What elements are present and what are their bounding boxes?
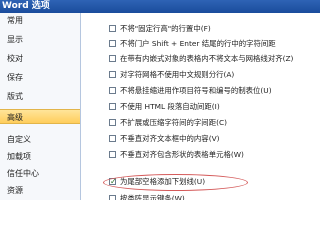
option-label: 不将门户 Shift + Enter 结尾的行中的字符间距 (120, 39, 276, 48)
sidebar-item-proofing[interactable]: 校对 (0, 51, 80, 66)
sidebar-item-popular[interactable]: 常用 (0, 13, 80, 28)
sidebar-item-save[interactable]: 保存 (0, 70, 80, 85)
option-checkbox[interactable] (109, 71, 116, 78)
option-label: 不垂直对齐文本框中的内容(V) (120, 134, 220, 143)
title-bar: Word 选项 (0, 0, 320, 13)
sidebar-item-advanced[interactable]: 高级 (0, 109, 80, 124)
option-checkbox[interactable] (109, 195, 116, 200)
option-checkbox[interactable] (109, 25, 116, 32)
advanced-options-panel: 不将"固定行高"的行置中(F) 不将门户 Shift + Enter 结尾的行中… (81, 13, 320, 200)
sidebar-item-trust-center[interactable]: 信任中心 (0, 166, 80, 181)
option-checkbox[interactable] (109, 87, 116, 94)
sidebar-item-customize[interactable]: 自定义 (0, 132, 80, 147)
option-label: 为尾部空格添加下划线(U) (120, 177, 206, 186)
sidebar-item-layout[interactable]: 版式 (0, 89, 80, 104)
option-checkbox[interactable] (109, 135, 116, 142)
option-label: 不将悬挂缩进用作项目符号和编号的制表位(U) (120, 86, 272, 95)
option-label: 不扩展或压缩字符间的字间距(C) (120, 118, 228, 127)
option-checkbox[interactable] (109, 103, 116, 110)
option-checkbox[interactable] (109, 151, 116, 158)
option-label: 对字符网格不使用中文规则分行(A) (120, 70, 235, 79)
option-label: 按类阵显示键条(W) (120, 194, 185, 200)
option-checkbox[interactable] (109, 175, 117, 189)
option-label: 在带有内嵌式对象的表格内不将文本与网格线对齐(Z) (120, 54, 294, 63)
option-label: 不使用 HTML 段落自动间距(I) (120, 102, 220, 111)
sidebar-item-display[interactable]: 显示 (0, 32, 80, 47)
window-title: Word 选项 (2, 1, 50, 11)
option-checkbox[interactable] (109, 40, 116, 47)
option-checkbox[interactable] (109, 119, 116, 126)
option-checkbox[interactable] (109, 55, 116, 62)
sidebar-item-resources[interactable]: 资源 (0, 183, 80, 198)
option-label: 不将"固定行高"的行置中(F) (120, 24, 211, 33)
sidebar-item-addins[interactable]: 加载项 (0, 149, 80, 164)
option-label: 不垂直对齐包含形状的表格单元格(W) (120, 150, 244, 159)
options-sidebar: 常用 显示 校对 保存 版式 高级 自定义 加载项 信任中心 资源 (0, 13, 81, 200)
